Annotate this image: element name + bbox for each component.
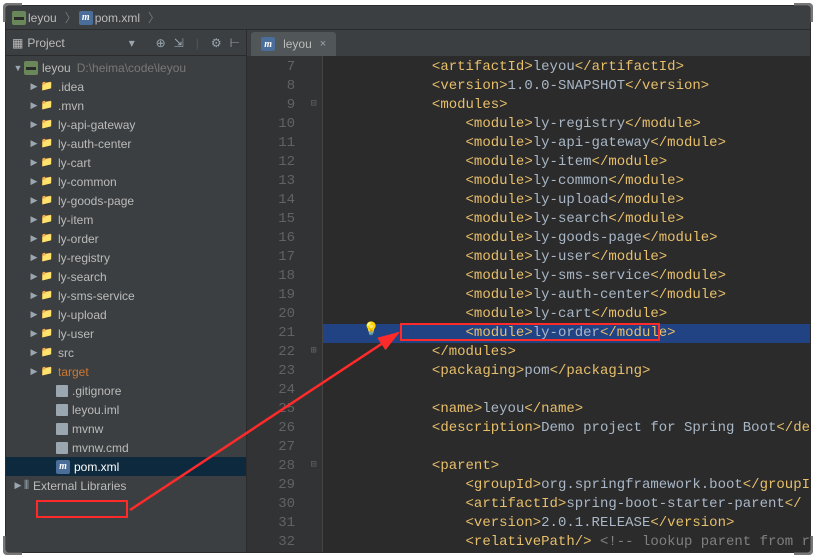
tree-item[interactable]: ▶📁ly-sms-service: [6, 286, 246, 305]
tree-item[interactable]: mpom.xml: [6, 457, 246, 476]
editor-tabs: m leyou ×: [247, 30, 810, 56]
code-line[interactable]: <module>ly-cart</module>: [323, 305, 810, 324]
tab-leyou[interactable]: m leyou ×: [251, 32, 336, 56]
breadcrumb[interactable]: ▬ leyou 〉 m pom.xml 〉: [6, 6, 810, 30]
editor: m leyou × 789101112131415161718192021222…: [247, 30, 810, 552]
tree-item[interactable]: ▶📁ly-user: [6, 324, 246, 343]
code-line[interactable]: <module>ly-goods-page</module>: [323, 229, 810, 248]
gear-icon[interactable]: ⚙: [211, 36, 222, 50]
maven-icon: m: [79, 11, 93, 25]
code-line[interactable]: <packaging>pom</packaging>: [323, 362, 810, 381]
tree-item[interactable]: ▶📁ly-search: [6, 267, 246, 286]
code-line[interactable]: <version>2.0.1.RELEASE</version>: [323, 514, 810, 533]
code-line[interactable]: <artifactId>leyou</artifactId>: [323, 58, 810, 77]
tree-item[interactable]: leyou.iml: [6, 400, 246, 419]
target-icon[interactable]: ⊕: [156, 36, 166, 50]
code-line[interactable]: <modules>: [323, 96, 810, 115]
tree-item[interactable]: mvnw.cmd: [6, 438, 246, 457]
tree-item[interactable]: mvnw: [6, 419, 246, 438]
code-line[interactable]: <module>ly-registry</module>: [323, 115, 810, 134]
intention-bulb-icon[interactable]: 💡: [363, 321, 377, 335]
code-line[interactable]: [323, 438, 810, 457]
hide-icon[interactable]: ⊢: [230, 36, 240, 50]
tree-item[interactable]: ▶📁ly-item: [6, 210, 246, 229]
code-area[interactable]: <artifactId>leyou</artifactId> <version>…: [323, 56, 810, 552]
tab-label: leyou: [283, 37, 312, 51]
crumb-root[interactable]: leyou: [28, 11, 57, 25]
code-line[interactable]: </modules>: [323, 343, 810, 362]
code-line[interactable]: <module>ly-api-gateway</module>: [323, 134, 810, 153]
tree-item[interactable]: ▶📁ly-goods-page: [6, 191, 246, 210]
code-line[interactable]: <module>ly-search</module>: [323, 210, 810, 229]
project-tree[interactable]: ▼▬leyouD:\heima\code\leyou▶📁.idea▶📁.mvn▶…: [6, 56, 246, 552]
tree-ext-lib[interactable]: ▶⫴External Libraries: [6, 476, 246, 495]
code-line[interactable]: <module>ly-upload</module>: [323, 191, 810, 210]
gutter-fold[interactable]: ⊟⊞⊟: [305, 56, 323, 552]
tree-item[interactable]: ▶📁.idea: [6, 77, 246, 96]
code-line[interactable]: <version>1.0.0-SNAPSHOT</version>: [323, 77, 810, 96]
tree-item[interactable]: ▶📁ly-cart: [6, 153, 246, 172]
code-line[interactable]: <module>ly-sms-service</module>: [323, 267, 810, 286]
tree-item[interactable]: ▶📁.mvn: [6, 96, 246, 115]
project-icon: ▦: [12, 36, 23, 50]
crumb-file[interactable]: pom.xml: [95, 11, 140, 25]
project-sidebar: ▦ Project ▾ ⊕ ⇲ | ⚙ ⊢ ▼▬leyouD:\heima\co…: [6, 30, 247, 552]
code-line[interactable]: <module>ly-user</module>: [323, 248, 810, 267]
code-line[interactable]: <module>ly-order</module>: [323, 324, 810, 343]
code-line[interactable]: [323, 381, 810, 400]
code-line[interactable]: <artifactId>spring-boot-starter-parent</: [323, 495, 810, 514]
code-line[interactable]: <relativePath/> <!-- lookup parent from …: [323, 533, 810, 552]
tree-item[interactable]: ▶📁ly-upload: [6, 305, 246, 324]
tree-item[interactable]: ▶📁ly-registry: [6, 248, 246, 267]
tree-item[interactable]: ▶📁src: [6, 343, 246, 362]
close-icon[interactable]: ×: [320, 38, 326, 50]
tree-item[interactable]: ▶📁ly-api-gateway: [6, 115, 246, 134]
tree-item[interactable]: .gitignore: [6, 381, 246, 400]
tree-item[interactable]: ▶📁ly-common: [6, 172, 246, 191]
maven-icon: m: [261, 37, 275, 51]
code-line[interactable]: <module>ly-auth-center</module>: [323, 286, 810, 305]
code-line[interactable]: <module>ly-item</module>: [323, 153, 810, 172]
tree-item[interactable]: ▶📁target: [6, 362, 246, 381]
project-title[interactable]: Project: [27, 36, 64, 50]
code-line[interactable]: <parent>: [323, 457, 810, 476]
tree-item[interactable]: ▶📁ly-order: [6, 229, 246, 248]
collapse-icon[interactable]: ⇲: [174, 36, 184, 50]
code-line[interactable]: <description>Demo project for Spring Boo…: [323, 419, 810, 438]
gutter-line-numbers: 7891011121314151617181920212223242526272…: [247, 56, 305, 552]
tree-root[interactable]: ▼▬leyouD:\heima\code\leyou: [6, 58, 246, 77]
tree-item[interactable]: ▶📁ly-auth-center: [6, 134, 246, 153]
code-line[interactable]: <groupId>org.springframework.boot</group…: [323, 476, 810, 495]
code-line[interactable]: <name>leyou</name>: [323, 400, 810, 419]
code-line[interactable]: <module>ly-common</module>: [323, 172, 810, 191]
dropdown-icon[interactable]: ▾: [129, 36, 135, 50]
